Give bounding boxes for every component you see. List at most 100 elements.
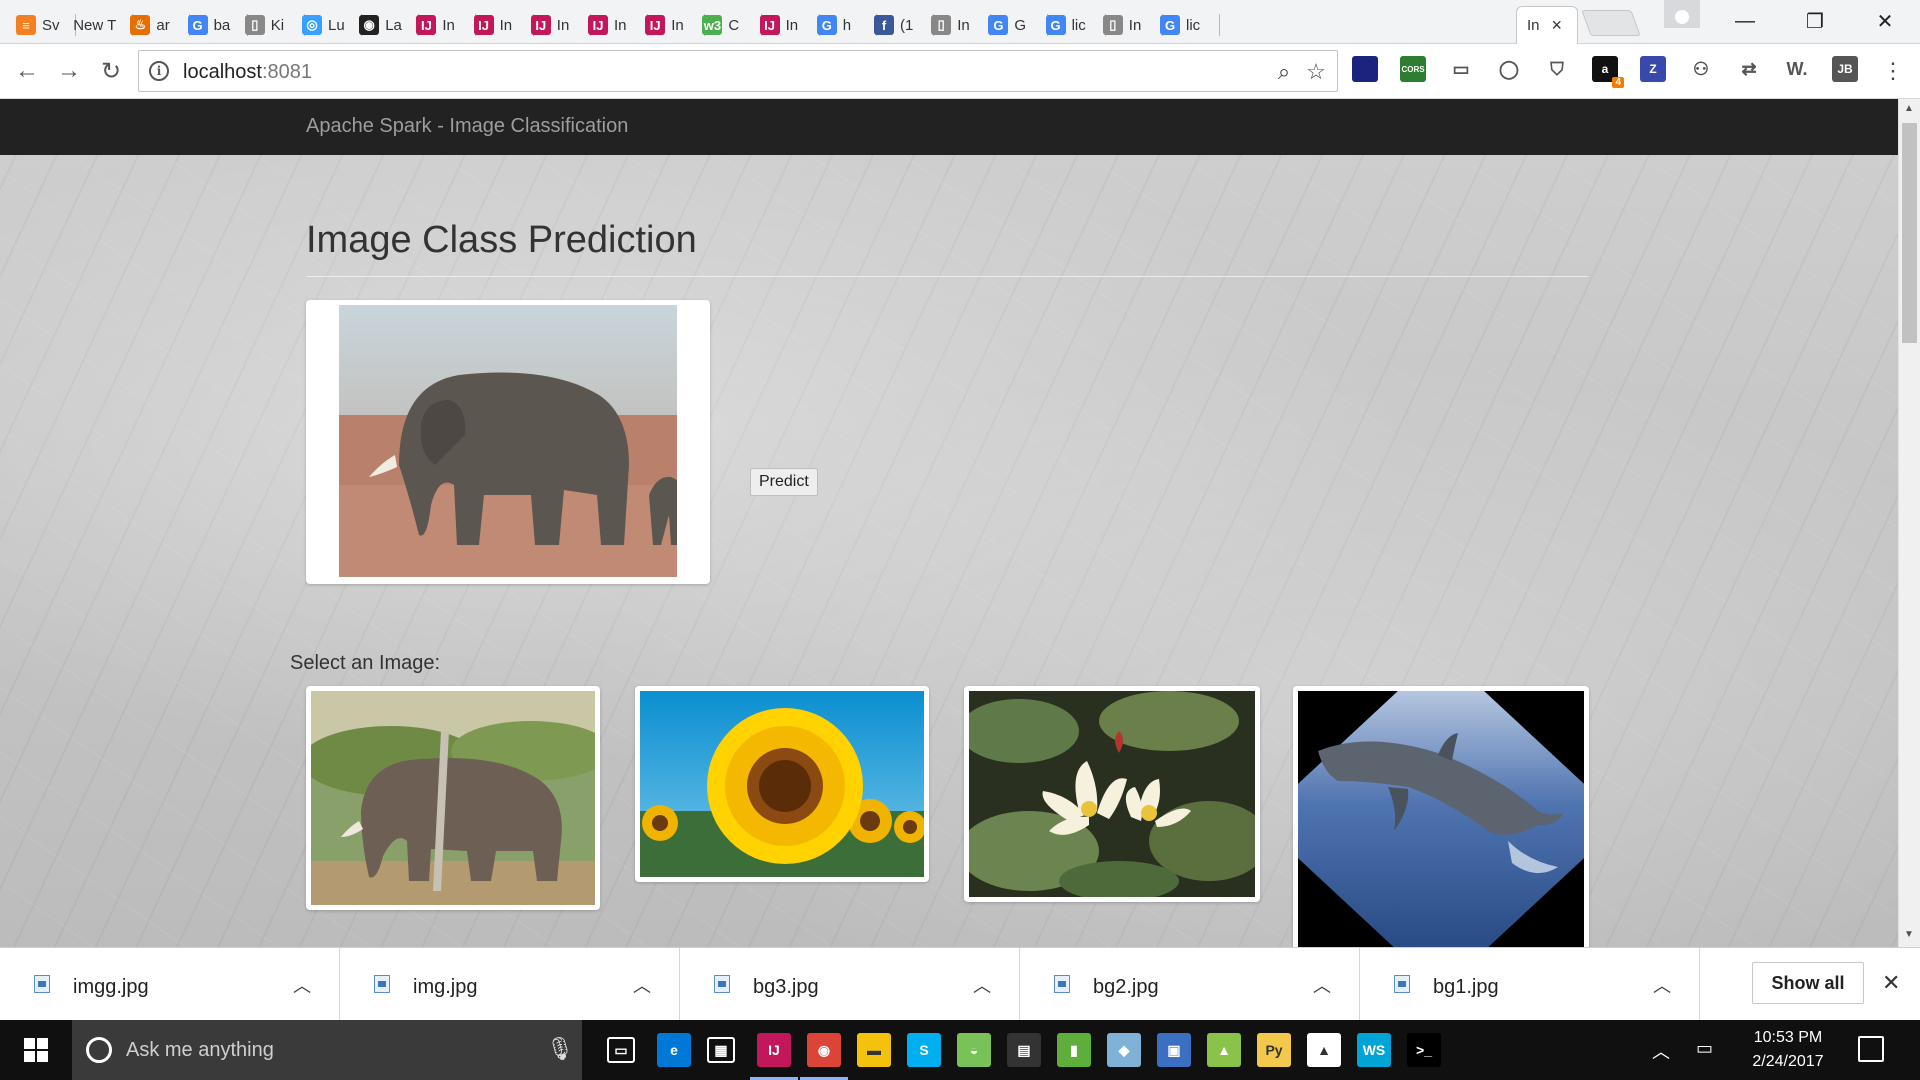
amazon-extension-icon[interactable]: a4 bbox=[1592, 56, 1624, 88]
skype-icon[interactable]: S bbox=[907, 1033, 941, 1067]
scroll-down-arrow[interactable]: ▼ bbox=[1904, 929, 1914, 940]
reload-button[interactable]: ↻ bbox=[96, 56, 126, 86]
cortana-search-box[interactable]: Ask me anything 🎙 bbox=[72, 1020, 582, 1080]
chrome-icon[interactable]: ◉ bbox=[800, 1033, 848, 1080]
battery-icon[interactable]: ▭ bbox=[1696, 1038, 1713, 1059]
tab-label: ar bbox=[156, 16, 170, 34]
edge-icon[interactable]: e bbox=[657, 1033, 691, 1067]
bookmark-star-icon[interactable]: ☆ bbox=[1303, 59, 1329, 85]
chart-app-icon[interactable]: ▲ bbox=[1207, 1033, 1241, 1067]
download-filename: img.jpg bbox=[413, 976, 478, 998]
tab-label: h bbox=[842, 16, 852, 34]
download-item[interactable]: bg3.jpg ︿ bbox=[680, 948, 1020, 1021]
chevron-up-icon[interactable]: ︿ bbox=[1313, 972, 1331, 998]
download-filename: bg2.jpg bbox=[1093, 976, 1159, 998]
extension-icon-1[interactable] bbox=[1352, 56, 1378, 82]
show-all-downloads-button[interactable]: Show all bbox=[1752, 962, 1864, 1004]
url-text[interactable]: localhost:8081 bbox=[183, 61, 312, 84]
back-button[interactable]: ← bbox=[12, 56, 42, 86]
download-item[interactable]: bg1.jpg ︿ bbox=[1360, 948, 1700, 1021]
store-icon[interactable]: ▦ bbox=[707, 1037, 735, 1063]
minimize-button[interactable]: — bbox=[1710, 0, 1780, 42]
cast-icon[interactable]: ▭ bbox=[1448, 56, 1474, 82]
microphone-icon[interactable]: 🎙 bbox=[546, 1036, 574, 1062]
translate-extension-icon[interactable]: ⇄ bbox=[1736, 56, 1762, 82]
monitor-app-icon[interactable]: ▣ bbox=[1157, 1033, 1191, 1067]
google-icon: G bbox=[1160, 15, 1180, 35]
info-icon[interactable]: i bbox=[149, 61, 169, 81]
shape-app-icon[interactable]: ◆ bbox=[1107, 1033, 1141, 1067]
download-item[interactable]: bg2.jpg ︿ bbox=[1020, 948, 1360, 1021]
webstorm-icon[interactable]: WS bbox=[1357, 1033, 1391, 1067]
chevron-up-icon[interactable]: ︿ bbox=[633, 972, 651, 998]
start-button[interactable] bbox=[0, 1020, 72, 1080]
title-divider bbox=[306, 276, 1588, 277]
profile-avatar[interactable] bbox=[1664, 0, 1700, 28]
browser-tab[interactable]: Glic bbox=[1150, 6, 1220, 44]
restore-button[interactable]: ❐ bbox=[1780, 0, 1850, 42]
android-icon[interactable]: ◒ bbox=[957, 1033, 991, 1067]
dolphin-thumbnail-image[interactable] bbox=[1298, 691, 1584, 947]
address-bar[interactable]: i localhost:8081 ⌕ ☆ bbox=[138, 50, 1338, 92]
image-file-icon bbox=[34, 975, 50, 993]
thumbnail-water-lily[interactable] bbox=[964, 686, 1260, 902]
file-explorer-icon[interactable]: ▬ bbox=[857, 1033, 891, 1067]
site-navbar: Apache Spark - Image Classification bbox=[0, 99, 1898, 155]
sunflower-thumbnail-image[interactable] bbox=[640, 691, 924, 877]
system-clock[interactable]: 10:53 PM 2/24/2017 bbox=[1738, 1026, 1838, 1074]
jb-extension-icon[interactable]: JB bbox=[1832, 56, 1858, 82]
scroll-thumb[interactable] bbox=[1902, 123, 1917, 343]
lucene-icon: ◎ bbox=[302, 15, 322, 35]
terminal-icon[interactable]: >_ bbox=[1407, 1033, 1441, 1067]
close-window-button[interactable]: ✕ bbox=[1850, 0, 1920, 42]
shield-extension-icon[interactable]: ⛉ bbox=[1544, 56, 1570, 82]
intellij-icon: IJ bbox=[530, 15, 551, 35]
tab-label: In bbox=[785, 16, 799, 34]
notepad-icon[interactable]: ▮ bbox=[1057, 1033, 1091, 1067]
navbar-brand[interactable]: Apache Spark - Image Classification bbox=[306, 115, 628, 138]
python-file-icon[interactable]: Py bbox=[1257, 1033, 1291, 1067]
image-file-icon bbox=[714, 975, 730, 993]
elephant-thumbnail-image[interactable] bbox=[311, 691, 595, 905]
download-item[interactable]: imgg.jpg ︿ bbox=[0, 948, 340, 1021]
cors-extension-icon[interactable]: CORS bbox=[1400, 56, 1426, 82]
active-browser-tab[interactable]: In × bbox=[1516, 6, 1578, 44]
download-item[interactable]: img.jpg ︿ bbox=[340, 948, 680, 1021]
page-scrollbar[interactable]: ▲ ▼ bbox=[1898, 99, 1920, 947]
action-center-icon[interactable] bbox=[1858, 1036, 1884, 1062]
search-placeholder: Ask me anything bbox=[126, 1039, 274, 1061]
close-shelf-icon[interactable]: ✕ bbox=[1882, 970, 1900, 996]
new-tab-button[interactable] bbox=[1581, 10, 1641, 36]
zoom-icon[interactable]: ⌕ bbox=[1271, 59, 1297, 85]
water-lily-thumbnail-image[interactable] bbox=[969, 691, 1255, 897]
clapper-icon[interactable]: ▤ bbox=[1007, 1033, 1041, 1067]
intellij-icon[interactable]: IJ bbox=[750, 1033, 798, 1080]
chevron-up-icon[interactable]: ︿ bbox=[293, 972, 311, 998]
windows-taskbar: Ask me anything 🎙 ︿ ▭ 10:53 PM 2/24/2017… bbox=[0, 1020, 1920, 1080]
glasses-extension-icon[interactable]: ⚇ bbox=[1688, 56, 1714, 82]
w-extension-icon[interactable]: W. bbox=[1784, 56, 1810, 82]
predict-button[interactable]: Predict bbox=[750, 468, 818, 496]
java-icon: ♨ bbox=[130, 15, 151, 35]
scroll-up-arrow[interactable]: ▲ bbox=[1904, 103, 1914, 114]
task-view-icon[interactable]: ▭ bbox=[607, 1037, 635, 1063]
tab-label: In bbox=[957, 16, 970, 34]
chevron-up-icon[interactable]: ︿ bbox=[973, 972, 991, 998]
photos-icon[interactable]: ▲ bbox=[1307, 1033, 1341, 1067]
close-tab-icon[interactable]: × bbox=[1552, 15, 1563, 36]
thumbnail-sunflower[interactable] bbox=[635, 686, 929, 882]
thumbnail-elephant[interactable] bbox=[306, 686, 600, 910]
show-hidden-icons-chevron-icon[interactable]: ︿ bbox=[1652, 1038, 1670, 1064]
circle-extension-icon[interactable]: ◯ bbox=[1496, 56, 1522, 82]
browser-toolbar: ← → ↻ i localhost:8081 ⌕ ☆ ⋮ CORS ▭ ◯ ⛉ a 4 Z ⚇… bbox=[0, 44, 1920, 99]
clock-date: 2/24/2017 bbox=[1752, 1053, 1824, 1070]
menu-icon[interactable]: ⋮ bbox=[1880, 58, 1906, 84]
thumbnail-dolphin[interactable] bbox=[1293, 686, 1589, 947]
select-image-label: Select an Image: bbox=[290, 652, 441, 674]
chevron-up-icon[interactable]: ︿ bbox=[1653, 972, 1671, 998]
zotero-extension-icon[interactable]: Z bbox=[1640, 56, 1666, 82]
tab-label: In bbox=[442, 16, 455, 34]
tab-label: In bbox=[671, 16, 684, 34]
forward-button[interactable]: → bbox=[54, 56, 84, 86]
image-file-icon bbox=[1394, 975, 1410, 993]
